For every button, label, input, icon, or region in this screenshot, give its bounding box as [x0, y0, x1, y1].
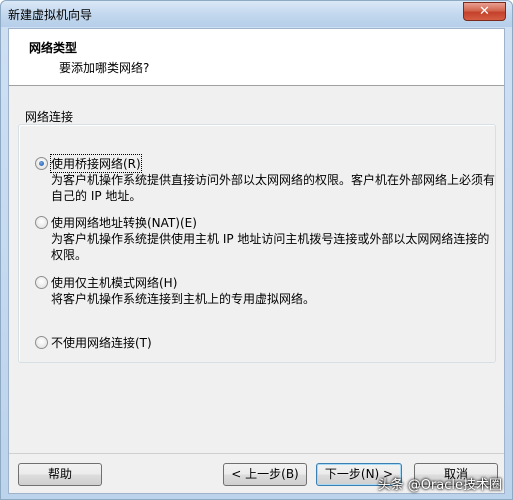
close-button[interactable]: ✕: [463, 2, 506, 21]
option-nat[interactable]: 使用网络地址转换(NAT)(E) 为客户机操作系统提供使用主机 IP 地址访问主…: [35, 214, 495, 264]
option-bridged-description: 为客户机操作系统提供直接访问外部以太网网络的权限。客户机在外部网络上必须有自己的…: [51, 173, 496, 203]
help-button[interactable]: 帮助: [18, 463, 102, 486]
window-title: 新建虚拟机向导: [8, 8, 93, 22]
dialog-body: 网络类型 要添加哪类网络? 网络连接 使用桥接网络(R) 为客户机操作系统提供直…: [8, 28, 505, 494]
wizard-window: 新建虚拟机向导 ✕ 网络类型 要添加哪类网络? 网络连接 使用桥接网络(R) 为…: [0, 0, 513, 500]
network-connection-group-label: 网络连接: [25, 110, 74, 124]
wizard-header: 网络类型 要添加哪类网络?: [9, 29, 504, 86]
option-bridged[interactable]: 使用桥接网络(R) 为客户机操作系统提供直接访问外部以太网网络的权限。客户机在外…: [35, 154, 495, 205]
radio-nat[interactable]: [35, 216, 48, 229]
option-no-network-label[interactable]: 不使用网络连接(T): [51, 334, 152, 351]
radio-no-network[interactable]: [35, 336, 48, 349]
title-bar[interactable]: 新建虚拟机向导 ✕: [1, 1, 512, 27]
option-bridged-label[interactable]: 使用桥接网络(R): [50, 154, 142, 173]
radio-host-only[interactable]: [35, 276, 48, 289]
back-button[interactable]: < 上一步(B): [223, 463, 307, 486]
watermark: 头条 @Oracle技术圈: [377, 478, 502, 493]
option-no-network[interactable]: 不使用网络连接(T): [35, 334, 495, 352]
close-icon: ✕: [479, 4, 490, 19]
option-nat-label[interactable]: 使用网络地址转换(NAT)(E): [51, 214, 197, 231]
network-connection-group: 使用桥接网络(R) 为客户机操作系统提供直接访问外部以太网网络的权限。客户机在外…: [18, 124, 496, 363]
option-host-only-label[interactable]: 使用仅主机模式网络(H): [51, 274, 177, 291]
radio-bridged[interactable]: [35, 157, 48, 170]
footer-divider: [9, 453, 504, 454]
page-subtitle: 要添加哪类网络?: [59, 61, 150, 75]
option-host-only-description: 将客户机操作系统连接到主机上的专用虚拟网络。: [51, 292, 316, 306]
page-title: 网络类型: [29, 41, 78, 55]
option-host-only[interactable]: 使用仅主机模式网络(H) 将客户机操作系统连接到主机上的专用虚拟网络。: [35, 274, 495, 308]
option-nat-description: 为客户机操作系统提供使用主机 IP 地址访问主机拨号连接或外部以太网网络连接的权…: [51, 232, 490, 262]
